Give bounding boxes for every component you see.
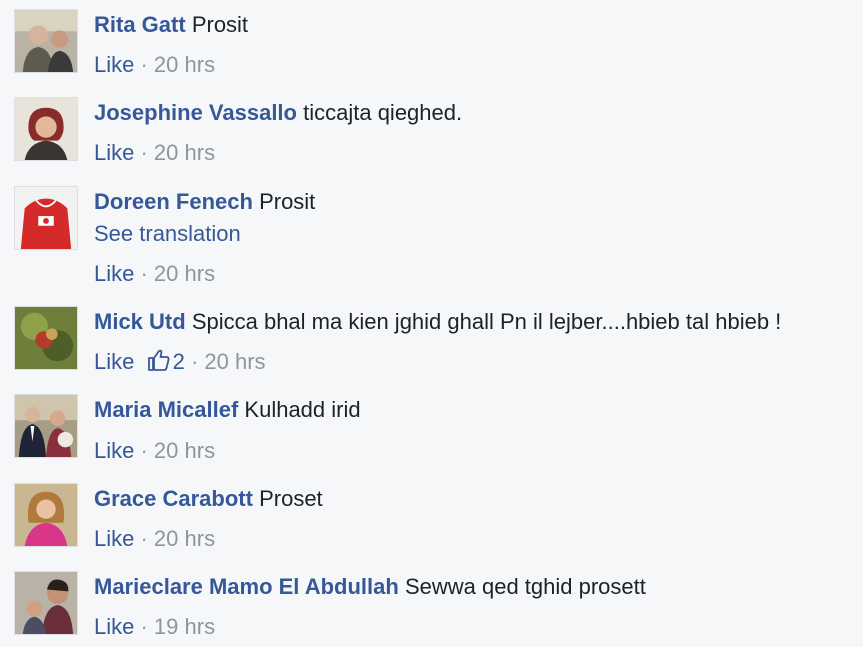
like-button[interactable]: Like (94, 614, 134, 639)
separator: · (134, 614, 154, 639)
author-link[interactable]: Maria Micallef (94, 397, 238, 422)
comment-text: Kulhadd irid (244, 397, 361, 422)
separator: · (134, 261, 154, 286)
like-button[interactable]: Like (94, 140, 134, 165)
timestamp[interactable]: 20 hrs (154, 140, 215, 165)
comment-text: Prosit (259, 189, 316, 214)
author-link[interactable]: Rita Gatt (94, 12, 186, 37)
like-button[interactable]: Like (94, 349, 134, 374)
reaction-count[interactable]: 2 (147, 348, 185, 376)
thumbs-up-icon (147, 349, 170, 371)
timestamp[interactable]: 20 hrs (154, 52, 215, 77)
like-button[interactable]: Like (94, 52, 134, 77)
separator: · (134, 438, 154, 463)
comment-text: Proset (259, 486, 323, 511)
avatar[interactable] (14, 483, 78, 547)
avatar[interactable] (14, 9, 78, 73)
separator (134, 349, 146, 374)
timestamp[interactable]: 20 hrs (154, 526, 215, 551)
separator: · (184, 349, 205, 374)
comment-text: Prosit (191, 12, 249, 37)
avatar[interactable] (14, 306, 78, 370)
author-link[interactable]: Josephine Vassallo (94, 100, 297, 125)
author-link[interactable]: Doreen Fenech (94, 189, 253, 214)
author-link[interactable]: Marieclare Mamo El Abdullah (94, 574, 399, 599)
author-link[interactable]: Mick Utd (94, 309, 186, 334)
like-button[interactable]: Like (94, 526, 134, 551)
separator: · (134, 52, 154, 77)
like-button[interactable]: Like (94, 438, 134, 463)
timestamp[interactable]: 20 hrs (154, 438, 215, 463)
author-link[interactable]: Grace Carabott (94, 486, 253, 511)
see-translation-link[interactable]: See translation (94, 220, 241, 248)
avatar[interactable] (14, 571, 78, 635)
avatar[interactable] (14, 97, 78, 161)
like-button[interactable]: Like (94, 261, 134, 286)
avatar[interactable] (14, 186, 78, 250)
timestamp[interactable]: 20 hrs (154, 261, 215, 286)
comment-text: Sewwa qed tghid prosett (404, 574, 646, 599)
separator: · (134, 140, 154, 165)
timestamp[interactable]: 20 hrs (204, 349, 265, 374)
comment-text: Spicca bhal ma kien jghid ghall Pn il le… (191, 309, 782, 334)
avatar[interactable] (14, 394, 78, 458)
timestamp[interactable]: 19 hrs (154, 614, 215, 639)
reaction-count-value: 2 (172, 349, 185, 374)
comment-text: ticcajta qieghed. (303, 100, 463, 125)
separator: · (134, 526, 154, 551)
